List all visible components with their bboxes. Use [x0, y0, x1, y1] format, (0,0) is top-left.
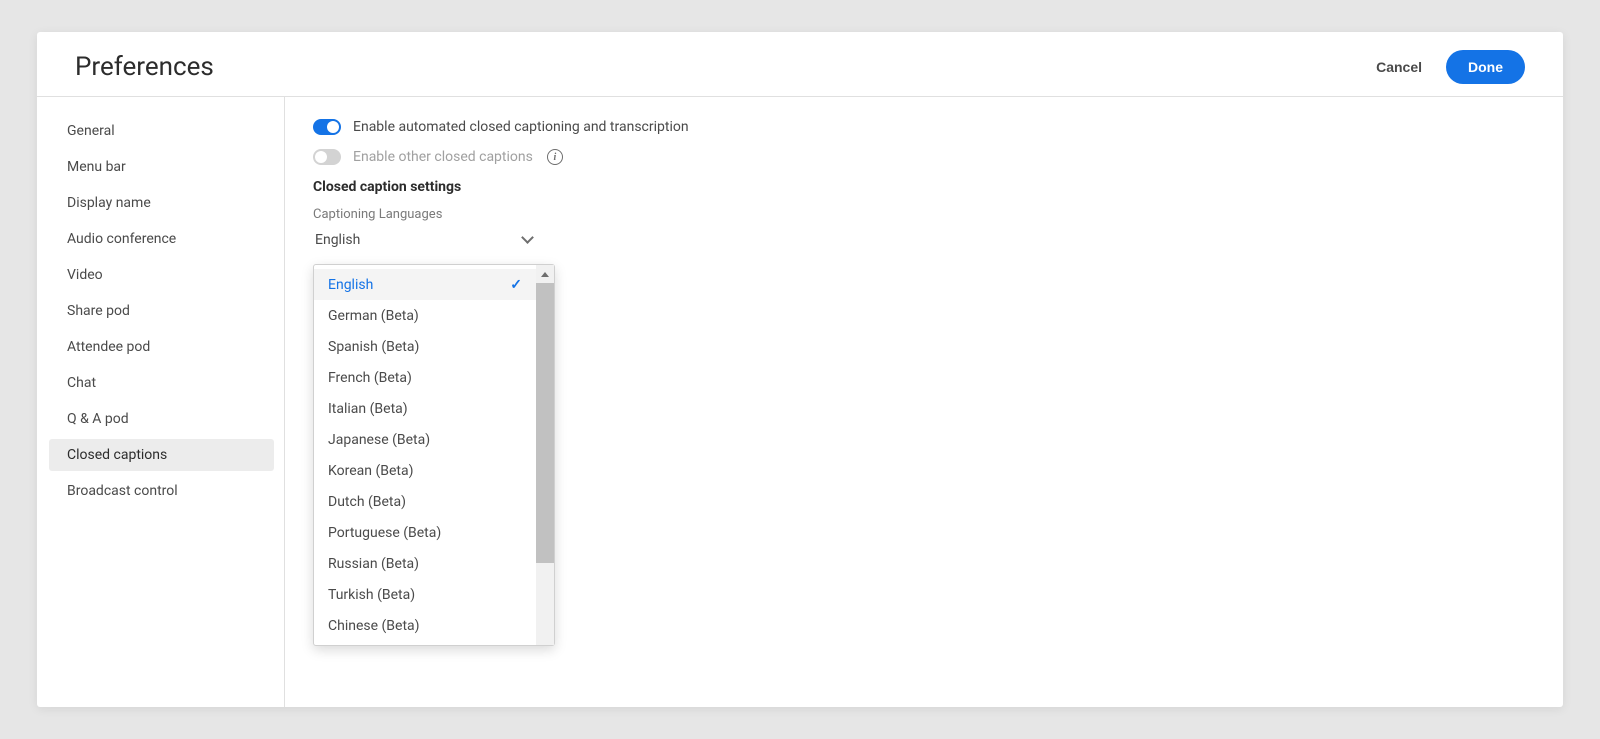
language-option-german[interactable]: German (Beta)	[314, 300, 536, 331]
auto-caption-toggle[interactable]	[313, 119, 341, 135]
page-title: Preferences	[75, 52, 214, 82]
language-option-chinese[interactable]: Chinese (Beta)	[314, 610, 536, 641]
sidebar-item-menu-bar[interactable]: Menu bar	[49, 151, 274, 183]
selected-language-value: English	[315, 232, 360, 248]
language-dropdown: English ✓ German (Beta) Spanish (Beta) F…	[313, 264, 555, 646]
chevron-down-icon	[523, 235, 533, 245]
sidebar-item-audio-conference[interactable]: Audio conference	[49, 223, 274, 255]
language-option-english[interactable]: English ✓	[314, 269, 536, 300]
sidebar-item-broadcast-control[interactable]: Broadcast control	[49, 475, 274, 507]
option-label: French (Beta)	[328, 370, 412, 386]
dropdown-list: English ✓ German (Beta) Spanish (Beta) F…	[314, 265, 536, 645]
auto-caption-label: Enable automated closed captioning and t…	[353, 119, 689, 135]
info-icon[interactable]: i	[547, 149, 563, 165]
section-heading: Closed caption settings	[313, 179, 1535, 195]
option-label: Chinese (Beta)	[328, 618, 420, 634]
option-label: Russian (Beta)	[328, 556, 419, 572]
modal-header: Preferences Cancel Done	[37, 32, 1563, 97]
language-option-turkish[interactable]: Turkish (Beta)	[314, 579, 536, 610]
toggle-knob	[327, 121, 339, 133]
language-option-french[interactable]: French (Beta)	[314, 362, 536, 393]
sidebar-item-share-pod[interactable]: Share pod	[49, 295, 274, 327]
other-caption-toggle	[313, 149, 341, 165]
option-label: Japanese (Beta)	[328, 432, 430, 448]
option-label: German (Beta)	[328, 308, 419, 324]
option-label: English	[328, 277, 373, 293]
scrollbar[interactable]	[536, 265, 554, 645]
modal-body: General Menu bar Display name Audio conf…	[37, 97, 1563, 707]
language-option-japanese[interactable]: Japanese (Beta)	[314, 424, 536, 455]
language-select-wrapper: English English ✓ German (Beta) Spanish …	[313, 232, 535, 254]
language-option-spanish[interactable]: Spanish (Beta)	[314, 331, 536, 362]
language-option-italian[interactable]: Italian (Beta)	[314, 393, 536, 424]
option-label: Italian (Beta)	[328, 401, 408, 417]
language-select[interactable]: English	[313, 232, 535, 254]
sidebar-item-attendee-pod[interactable]: Attendee pod	[49, 331, 274, 363]
sidebar-item-video[interactable]: Video	[49, 259, 274, 291]
sidebar-item-qa-pod[interactable]: Q & A pod	[49, 403, 274, 435]
language-option-korean[interactable]: Korean (Beta)	[314, 455, 536, 486]
option-label: Korean (Beta)	[328, 463, 413, 479]
preferences-modal: Preferences Cancel Done General Menu bar…	[37, 32, 1563, 707]
check-icon: ✓	[510, 277, 522, 293]
sidebar: General Menu bar Display name Audio conf…	[39, 97, 285, 707]
cancel-button[interactable]: Cancel	[1376, 59, 1422, 75]
done-button[interactable]: Done	[1446, 50, 1525, 84]
option-label: Portuguese (Beta)	[328, 525, 441, 541]
other-caption-label: Enable other closed captions	[353, 149, 533, 165]
sidebar-item-display-name[interactable]: Display name	[49, 187, 274, 219]
language-option-russian[interactable]: Russian (Beta)	[314, 548, 536, 579]
sidebar-item-general[interactable]: General	[49, 115, 274, 147]
option-label: Turkish (Beta)	[328, 587, 415, 603]
captioning-languages-label: Captioning Languages	[313, 207, 1535, 222]
auto-caption-toggle-row: Enable automated closed captioning and t…	[313, 119, 1535, 135]
scroll-thumb[interactable]	[536, 283, 554, 563]
sidebar-item-closed-captions[interactable]: Closed captions	[49, 439, 274, 471]
other-caption-toggle-row: Enable other closed captions i	[313, 149, 1535, 165]
language-option-portuguese[interactable]: Portuguese (Beta)	[314, 517, 536, 548]
header-actions: Cancel Done	[1376, 50, 1525, 84]
option-label: Dutch (Beta)	[328, 494, 406, 510]
sidebar-item-chat[interactable]: Chat	[49, 367, 274, 399]
toggle-knob	[315, 151, 327, 163]
content-pane: Enable automated closed captioning and t…	[285, 97, 1563, 707]
option-label: Spanish (Beta)	[328, 339, 419, 355]
language-option-dutch[interactable]: Dutch (Beta)	[314, 486, 536, 517]
scroll-up-icon[interactable]	[536, 265, 554, 283]
